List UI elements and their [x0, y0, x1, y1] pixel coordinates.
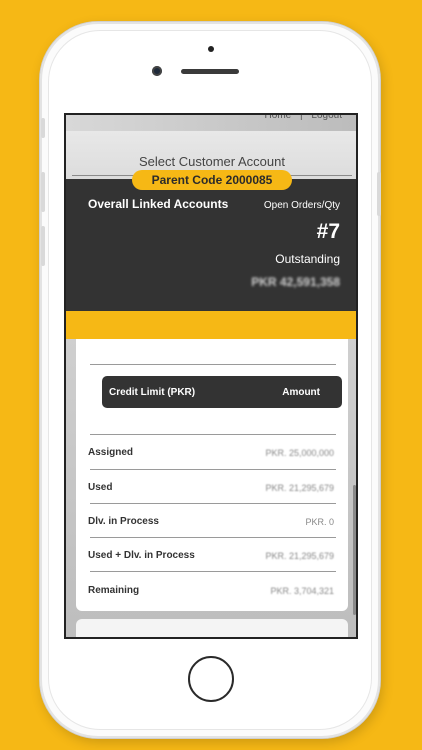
- row-divider: [90, 469, 336, 470]
- parent-code-badge: Parent Code 2000085: [132, 170, 292, 190]
- top-nav-strip: Home | Logout: [66, 115, 356, 131]
- row-value-remaining: PKR. 3,704,321: [270, 586, 334, 596]
- earpiece-speaker: [181, 69, 239, 74]
- outstanding-value: PKR 42,591,358: [251, 275, 340, 289]
- row-label-remaining: Remaining: [88, 585, 140, 596]
- power-button: [377, 172, 381, 216]
- summary-title: Overall Linked Accounts: [88, 197, 229, 211]
- card-divider: [90, 364, 336, 365]
- home-button[interactable]: [188, 656, 234, 702]
- row-divider: [90, 503, 336, 504]
- row-divider: [90, 537, 336, 538]
- row-divider: [90, 571, 336, 572]
- row-value-used: PKR. 21,295,679: [265, 483, 334, 493]
- row-label-used-plus-dlv: Used + Dlv. in Process: [88, 550, 195, 561]
- link-separator: |: [300, 113, 303, 121]
- next-card-partial: [76, 619, 348, 637]
- row-label-assigned: Assigned: [88, 447, 134, 458]
- amount-header: Amount: [282, 387, 320, 398]
- row-value-dlv-in-process: PKR. 0: [305, 517, 334, 527]
- open-orders-value: #7: [316, 220, 340, 243]
- credit-table-header: Credit Limit (PKR) Amount: [102, 376, 342, 408]
- volume-up-button: [41, 172, 45, 212]
- summary-card: Overall Linked Accounts Open Orders/Qty …: [66, 179, 356, 311]
- mute-switch: [41, 118, 45, 138]
- volume-down-button: [41, 226, 45, 266]
- open-orders-label: Open Orders/Qty: [263, 200, 340, 211]
- row-value-assigned: PKR. 25,000,000: [265, 448, 334, 458]
- row-label-dlv-in-process: Dlv. in Process: [88, 516, 159, 527]
- proximity-sensor: [208, 46, 214, 52]
- logout-link[interactable]: Logout: [311, 115, 342, 121]
- vertical-scrollbar[interactable]: [353, 485, 356, 615]
- front-camera-icon: [152, 66, 162, 76]
- credit-limit-card: Credit Limit (PKR) Amount Assigned PKR. …: [76, 339, 348, 611]
- select-placeholder: Select Customer Account: [139, 154, 285, 169]
- app-screen: Home | Logout Select Customer Account Ov…: [64, 113, 358, 639]
- credit-limit-header: Credit Limit (PKR): [109, 387, 196, 398]
- row-divider: [90, 434, 336, 435]
- row-value-used-plus-dlv: PKR. 21,295,679: [265, 551, 334, 561]
- outstanding-label: Outstanding: [275, 252, 340, 266]
- top-links: Home | Logout: [259, 113, 342, 121]
- row-label-used: Used: [88, 482, 113, 493]
- accent-band: [66, 311, 356, 339]
- home-link[interactable]: Home: [265, 115, 292, 121]
